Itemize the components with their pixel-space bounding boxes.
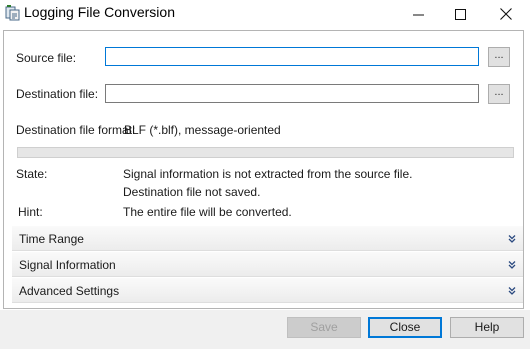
advanced-settings-section[interactable]: Advanced Settings bbox=[12, 277, 523, 303]
minimize-icon bbox=[412, 9, 424, 20]
close-window-button[interactable] bbox=[484, 0, 528, 28]
destination-format-label: Destination file format: bbox=[16, 123, 136, 137]
destination-format-value: BLF (*.blf), message-oriented bbox=[124, 123, 281, 137]
dialog-footer: Save Close Help bbox=[0, 310, 530, 349]
conversion-progress-bar bbox=[17, 147, 514, 158]
window-title: Logging File Conversion bbox=[24, 4, 175, 20]
chevron-double-down-icon bbox=[508, 233, 516, 243]
source-browse-button[interactable]: ... bbox=[488, 47, 510, 67]
signal-information-section[interactable]: Signal Information bbox=[12, 251, 523, 277]
state-value-line2: Destination file not saved. bbox=[123, 185, 261, 199]
state-value-line1: Signal information is not extracted from… bbox=[123, 167, 413, 181]
maximize-icon bbox=[454, 8, 466, 20]
time-range-section[interactable]: Time Range bbox=[12, 225, 523, 251]
source-file-label: Source file: bbox=[16, 51, 77, 65]
destination-browse-button[interactable]: ... bbox=[488, 84, 510, 104]
chevron-double-down-icon bbox=[508, 285, 516, 295]
destination-file-label: Destination file: bbox=[16, 87, 99, 101]
conversion-panel: Source file: ... Destination file: ... D… bbox=[3, 30, 524, 309]
time-range-label: Time Range bbox=[19, 232, 84, 246]
chevron-double-down-icon bbox=[508, 259, 516, 269]
destination-file-input[interactable] bbox=[105, 84, 479, 103]
hint-value: The entire file will be converted. bbox=[123, 205, 292, 219]
minimize-button[interactable] bbox=[396, 0, 440, 28]
close-button[interactable]: Close bbox=[368, 317, 442, 338]
signal-information-label: Signal Information bbox=[19, 258, 116, 272]
title-bar: Logging File Conversion bbox=[0, 0, 530, 28]
maximize-button[interactable] bbox=[438, 0, 482, 28]
hint-label: Hint: bbox=[18, 205, 43, 219]
help-button[interactable]: Help bbox=[450, 317, 524, 338]
source-file-input[interactable] bbox=[105, 47, 479, 66]
save-button[interactable]: Save bbox=[287, 317, 361, 338]
app-icon bbox=[5, 5, 20, 21]
advanced-settings-label: Advanced Settings bbox=[19, 284, 120, 298]
close-icon bbox=[500, 8, 512, 20]
state-label: State: bbox=[16, 167, 48, 181]
